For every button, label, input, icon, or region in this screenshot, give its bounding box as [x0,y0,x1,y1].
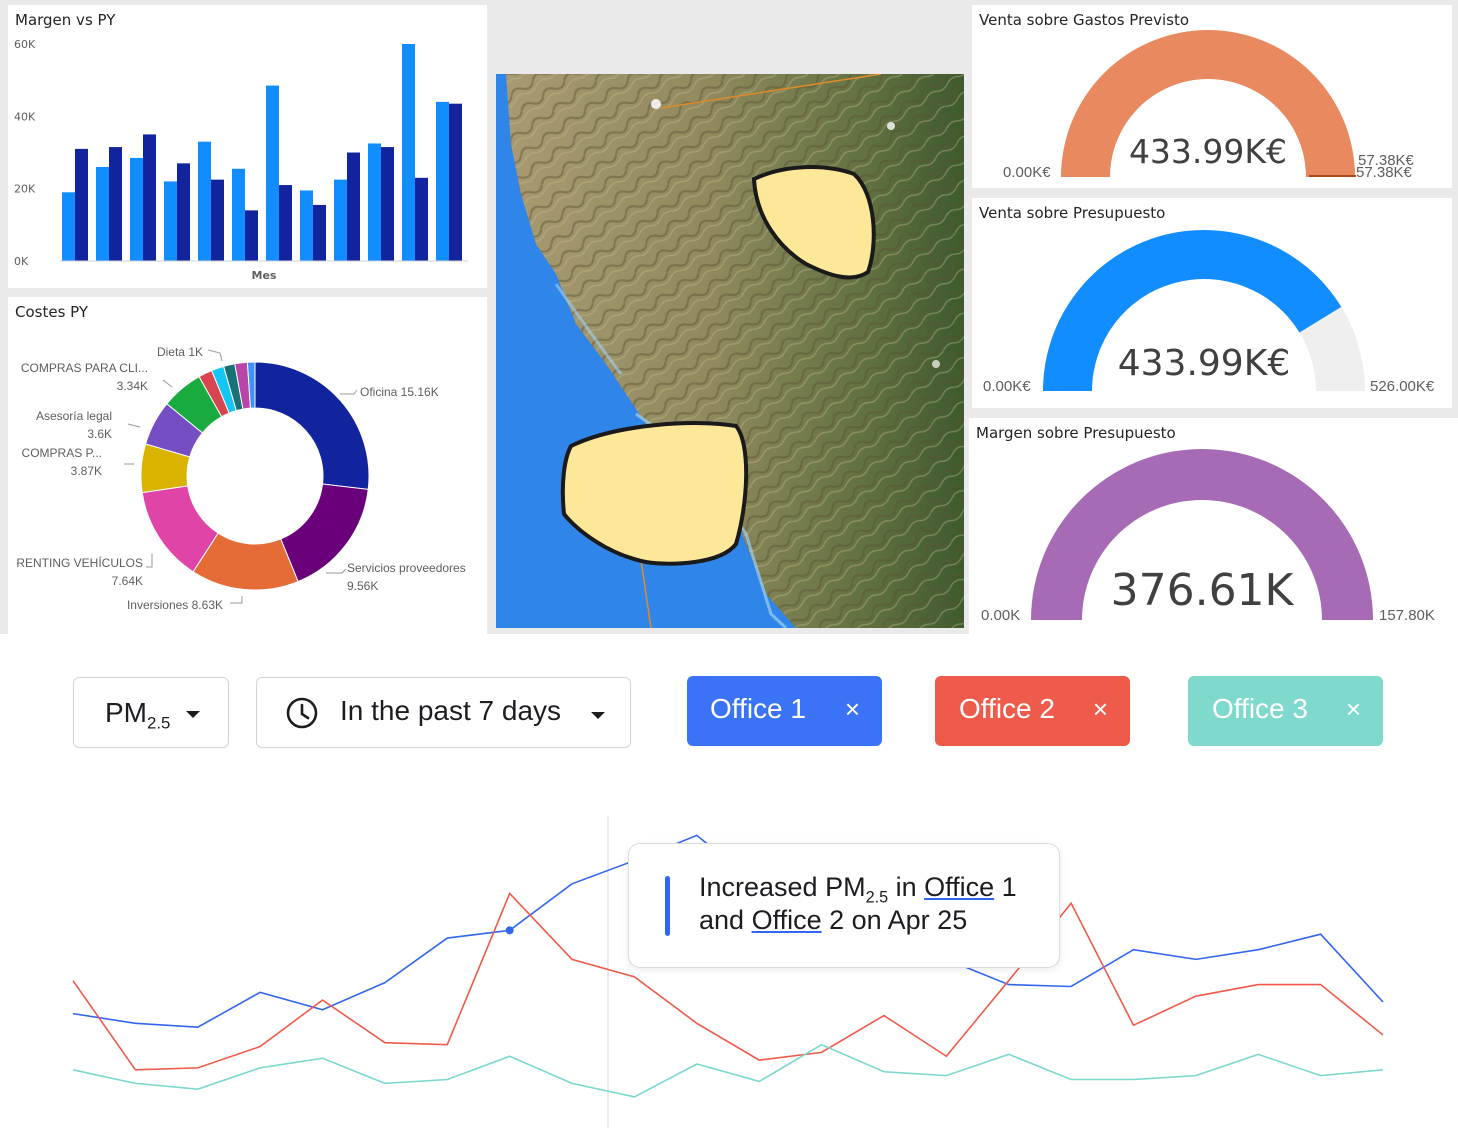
bar[interactable] [334,179,347,261]
bar[interactable] [232,168,245,261]
bar[interactable] [130,157,143,261]
gauge-card-2[interactable]: Venta sobre Presupuesto 433.99K€ 0.00K€ … [972,198,1452,408]
y-tick-label: 40K [14,110,36,123]
slice-label-compras-cli: COMPRAS PARA CLI... [21,361,148,375]
bar[interactable] [75,148,88,261]
x-axis-label: Mes [252,269,277,282]
bar[interactable] [436,101,449,261]
slice-label-renting: RENTING VEHÍCULOS [16,555,143,570]
bar[interactable] [164,181,177,261]
series-line[interactable] [72,1043,1384,1098]
chip-label: Office 1 [710,693,806,724]
tooltip-accent [665,876,670,936]
chip-label: Office 3 [1212,693,1308,724]
bar[interactable] [245,210,258,261]
chart-tooltip: Increased PM2.5 in Office 1 and Office 2… [628,843,1060,968]
satellite-map[interactable] [496,74,964,628]
office-2-link[interactable]: Office [752,905,822,935]
slice-label-compras-p: COMPRAS P... [22,446,102,460]
time-range-dropdown[interactable]: In the past 7 days [256,677,631,748]
costes-py-card[interactable]: Costes PY Oficina 15.16K Servicios prove… [8,297,487,634]
slice-label-oficina: Oficina 15.16K [360,385,439,399]
office-3-chip[interactable]: Office 3 × [1188,676,1383,746]
gauge-min: 0.00K€ [1003,164,1051,181]
gauge-value: 376.61K [1111,565,1295,616]
slice-value-asesoria: 3.6K [87,427,112,441]
gauge-min: 0.00K [981,607,1020,624]
slice-label-inversiones: Inversiones 8.63K [127,598,223,612]
bar[interactable] [211,179,224,261]
gauge-2: 433.99K€ 0.00K€ 526.00K€ [983,230,1435,395]
gauge-1: 433.99K€ 0.00K€ 57.38K€ 57.38K€ [1003,30,1415,181]
bar[interactable] [368,143,381,261]
close-icon[interactable]: × [845,694,860,725]
slice-value-servicios: 9.56K [347,579,378,593]
bar[interactable] [177,163,190,261]
metric-label: PM2.5 [105,697,171,733]
slice-value-renting: 7.64K [112,574,143,588]
chevron-down-icon [591,712,605,719]
bar[interactable] [96,166,109,261]
chip-label: Office 2 [959,693,1055,724]
donut-chart: Oficina 15.16K Servicios proveedores 9.5… [16,345,466,612]
bar[interactable] [266,85,279,261]
gauge-value: 433.99K€ [1129,132,1287,171]
bar[interactable] [279,185,292,261]
gauge-3: 376.61K 0.00K 157.80K [981,449,1435,624]
bar[interactable] [381,147,394,261]
close-icon[interactable]: × [1093,694,1108,725]
gauge-min: 0.00K€ [983,378,1031,395]
close-icon[interactable]: × [1346,694,1361,725]
time-range-label: In the past 7 days [340,695,562,726]
y-tick-label: 60K [14,38,36,51]
margen-vs-py-card[interactable]: Margen vs PY 60K 40K 20K 0K Mes [8,5,487,288]
clock-icon [286,697,318,729]
hover-point [505,926,514,935]
gauge-card-1[interactable]: Venta sobre Gastos Previsto 433.99K€ 0.0… [972,5,1452,188]
y-tick-label: 20K [14,183,36,196]
bar[interactable] [109,147,122,261]
bar[interactable] [300,190,313,261]
metric-dropdown[interactable]: PM2.5 [73,677,229,748]
bar[interactable] [143,134,156,261]
donut-slice[interactable] [254,361,370,490]
gauge-max: 526.00K€ [1370,378,1435,395]
gauge-target: 57.38K€ [1356,164,1413,181]
gauge-max: 157.80K [1379,607,1435,624]
map-visual[interactable] [496,74,964,628]
gauge-value: 433.99K€ [1118,343,1290,384]
bar[interactable] [415,177,428,261]
tooltip-line-2: and Office 2 on Apr 25 [699,905,968,935]
slice-value-compras-cli: 3.34K [117,379,148,393]
slice-label-dieta: Dieta 1K [157,345,203,359]
report-canvas: Margen vs PY 60K 40K 20K 0K Mes Costes PY O… [0,0,1458,634]
office-1-chip[interactable]: Office 1 × [687,676,882,746]
chevron-down-icon [186,711,200,718]
bar[interactable] [449,103,462,261]
bar[interactable] [347,152,360,262]
tooltip-line-1: Increased PM2.5 in Office 1 [699,872,1017,907]
slice-label-servicios: Servicios proveedores [347,561,466,575]
slice-label-asesoria: Asesoría legal [36,409,112,423]
bar-chart: 60K 40K 20K 0K Mes [14,38,468,282]
bar[interactable] [402,44,415,261]
gauge-card-3[interactable]: Margen sobre Presupuesto 376.61K 0.00K 1… [969,418,1458,634]
bar[interactable] [62,192,75,261]
bar[interactable] [313,204,326,261]
office-2-chip[interactable]: Office 2 × [935,676,1130,746]
bar[interactable] [198,141,211,261]
office-1-link[interactable]: Office [924,872,994,902]
y-tick-label: 0K [14,255,29,268]
slice-value-compras-p: 3.87K [71,464,102,478]
